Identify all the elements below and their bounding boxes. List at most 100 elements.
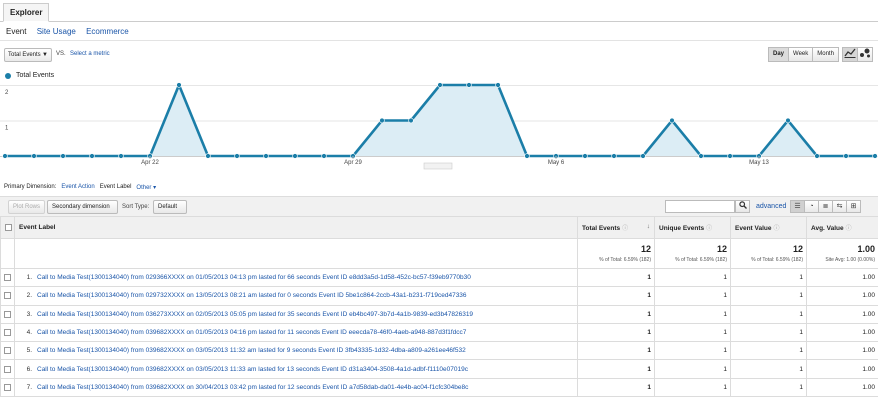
search-icon[interactable]	[735, 200, 750, 213]
row-checkbox[interactable]	[4, 365, 11, 373]
event-label-link[interactable]: Call to Media Test(1300134040) from 0297…	[37, 292, 467, 299]
day-button[interactable]: Day	[768, 47, 790, 62]
line-chart-icon[interactable]	[842, 47, 858, 62]
row-avg-value: 1.00	[806, 359, 878, 379]
dimension-event-label[interactable]: Event Label	[100, 184, 132, 191]
row-checkbox-cell	[0, 341, 15, 361]
report-tab-bar: Explorer	[0, 0, 878, 22]
row-avg-value: 1.00	[806, 377, 878, 398]
plot-rows-button[interactable]: Plot Rows	[8, 200, 46, 214]
row-unique-events: 1	[654, 267, 731, 288]
row-total-events: 1	[577, 267, 655, 288]
sort-type-dropdown[interactable]: Default ▼	[153, 200, 187, 222]
header-total-events[interactable]: Total Events ⓘ ↓	[577, 216, 655, 239]
data-point	[611, 153, 617, 159]
x-tick-label: May 6	[548, 160, 565, 166]
subtab-ecommerce[interactable]: Ecommerce	[86, 27, 129, 36]
explorer-tab[interactable]: Explorer	[3, 3, 50, 22]
header-event-value-text: Event Value	[735, 225, 772, 232]
totals-unique-events-share: % of Total: 6.59% (182)	[675, 257, 727, 263]
event-label-link[interactable]: Call to Media Test(1300134040) from 0362…	[37, 311, 473, 318]
row-unique-events: 1	[654, 286, 731, 306]
comparison-view-icon[interactable]: ⇆	[832, 200, 847, 213]
help-icon: ⓘ	[706, 226, 713, 232]
row-checkbox[interactable]	[4, 347, 11, 355]
table-toolbar: Plot Rows Secondary dimension ▼ Sort Typ…	[0, 196, 878, 222]
totals-avg-value-value: 1.00	[857, 244, 875, 254]
row-number: 6.	[26, 365, 32, 373]
table-row: 1. Call to Media Test(1300134040) from 02…	[0, 267, 878, 288]
header-event-label[interactable]: Event Label	[14, 216, 578, 239]
row-label-cell: 2. Call to Media Test(1300134040) from 02…	[14, 286, 578, 306]
advanced-filter-link[interactable]: advanced	[756, 203, 786, 210]
data-table-view-icon[interactable]: ☰	[790, 200, 805, 213]
month-button[interactable]: Month	[812, 47, 839, 62]
week-button[interactable]: Week	[788, 47, 814, 62]
event-label-link[interactable]: Call to Media Test(1300134040) from 0396…	[37, 329, 466, 336]
sort-type-value: Default	[158, 204, 178, 210]
event-label-link[interactable]: Call to Media Test(1300134040) from 0396…	[37, 366, 468, 373]
chart-resize-handle	[423, 162, 453, 170]
row-checkbox[interactable]	[4, 292, 11, 300]
data-point	[872, 153, 878, 159]
header-unique-events-text: Unique Events	[659, 225, 705, 232]
data-point	[89, 153, 95, 159]
event-label-link[interactable]: Call to Media Test(1300134040) from 0396…	[37, 384, 468, 391]
data-point	[379, 117, 385, 124]
row-label-cell: 3. Call to Media Test(1300134040) from 03…	[14, 304, 578, 324]
data-point	[814, 153, 820, 159]
totals-total-events-value: 12	[640, 244, 651, 254]
row-total-events: 1	[577, 286, 655, 306]
pie-view-icon[interactable]: ◔	[804, 200, 819, 213]
row-checkbox[interactable]	[4, 328, 11, 336]
data-point	[524, 153, 530, 159]
subtab-event[interactable]: Event	[6, 27, 26, 36]
row-checkbox[interactable]	[4, 383, 11, 391]
help-icon: ⓘ	[773, 226, 780, 232]
select-metric-link[interactable]: Select a metric	[70, 51, 110, 57]
row-avg-value: 1.00	[806, 267, 878, 288]
row-checkbox[interactable]	[4, 310, 11, 318]
event-label-link[interactable]: Call to Media Test(1300134040) from 0293…	[37, 274, 471, 281]
totals-avg-value-site: Site Avg: 1.00 (0.00%)	[825, 257, 875, 263]
legend-dot-icon	[5, 72, 11, 79]
metric-dropdown[interactable]: Total Events ▼	[4, 48, 52, 62]
dimension-other[interactable]: Other ▾	[136, 184, 156, 191]
explorer-subtabs: Event Site Usage Ecommerce	[6, 27, 137, 36]
data-point	[408, 117, 414, 124]
row-label-cell: 4. Call to Media Test(1300134040) from 03…	[14, 322, 578, 343]
row-total-events: 1	[577, 304, 655, 324]
subtab-site-usage[interactable]: Site Usage	[37, 27, 76, 36]
x-tick-label: May 13	[749, 160, 769, 166]
row-event-value: 1	[730, 267, 807, 288]
row-number: 1.	[26, 274, 32, 282]
data-point	[582, 153, 588, 159]
data-point	[118, 153, 124, 159]
totals-label-cell	[14, 238, 578, 269]
total-events-chart: 2 1 Apr 22 Apr 29 May 6 May 13	[0, 82, 878, 170]
row-label-cell: 6. Call to Media Test(1300134040) from 03…	[14, 359, 578, 379]
row-unique-events: 1	[654, 341, 731, 361]
row-unique-events: 1	[654, 377, 731, 398]
table-search-input[interactable]	[665, 200, 735, 213]
event-label-link[interactable]: Call to Media Test(1300134040) from 0396…	[37, 347, 466, 354]
row-unique-events: 1	[654, 359, 731, 379]
pivot-view-icon[interactable]: ⊞	[846, 200, 861, 213]
header-unique-events[interactable]: Unique Events ⓘ	[654, 216, 731, 239]
table-view-buttons: ☰ ◔ ≣ ⇆ ⊞	[790, 200, 861, 213]
table-row: 3. Call to Media Test(1300134040) from 03…	[0, 304, 878, 324]
data-point	[466, 82, 472, 88]
primary-dimension-bar: Primary Dimension: Event Action Event La…	[4, 184, 156, 191]
motion-chart-icon[interactable]	[857, 47, 873, 62]
row-avg-value: 1.00	[806, 322, 878, 343]
secondary-dimension-dropdown[interactable]: Secondary dimension ▼	[47, 200, 118, 222]
row-checkbox[interactable]	[4, 274, 11, 282]
header-avg-value[interactable]: Avg. Value ⓘ	[806, 216, 878, 239]
dimension-other-label: Other	[136, 185, 152, 191]
dimension-event-action[interactable]: Event Action	[61, 184, 94, 191]
select-all-checkbox[interactable]	[5, 223, 12, 231]
performance-view-icon[interactable]: ≣	[818, 200, 833, 213]
row-checkbox-cell	[0, 267, 15, 288]
sort-type-label: Sort Type:	[122, 204, 150, 210]
header-event-value[interactable]: Event Value ⓘ	[730, 216, 807, 239]
